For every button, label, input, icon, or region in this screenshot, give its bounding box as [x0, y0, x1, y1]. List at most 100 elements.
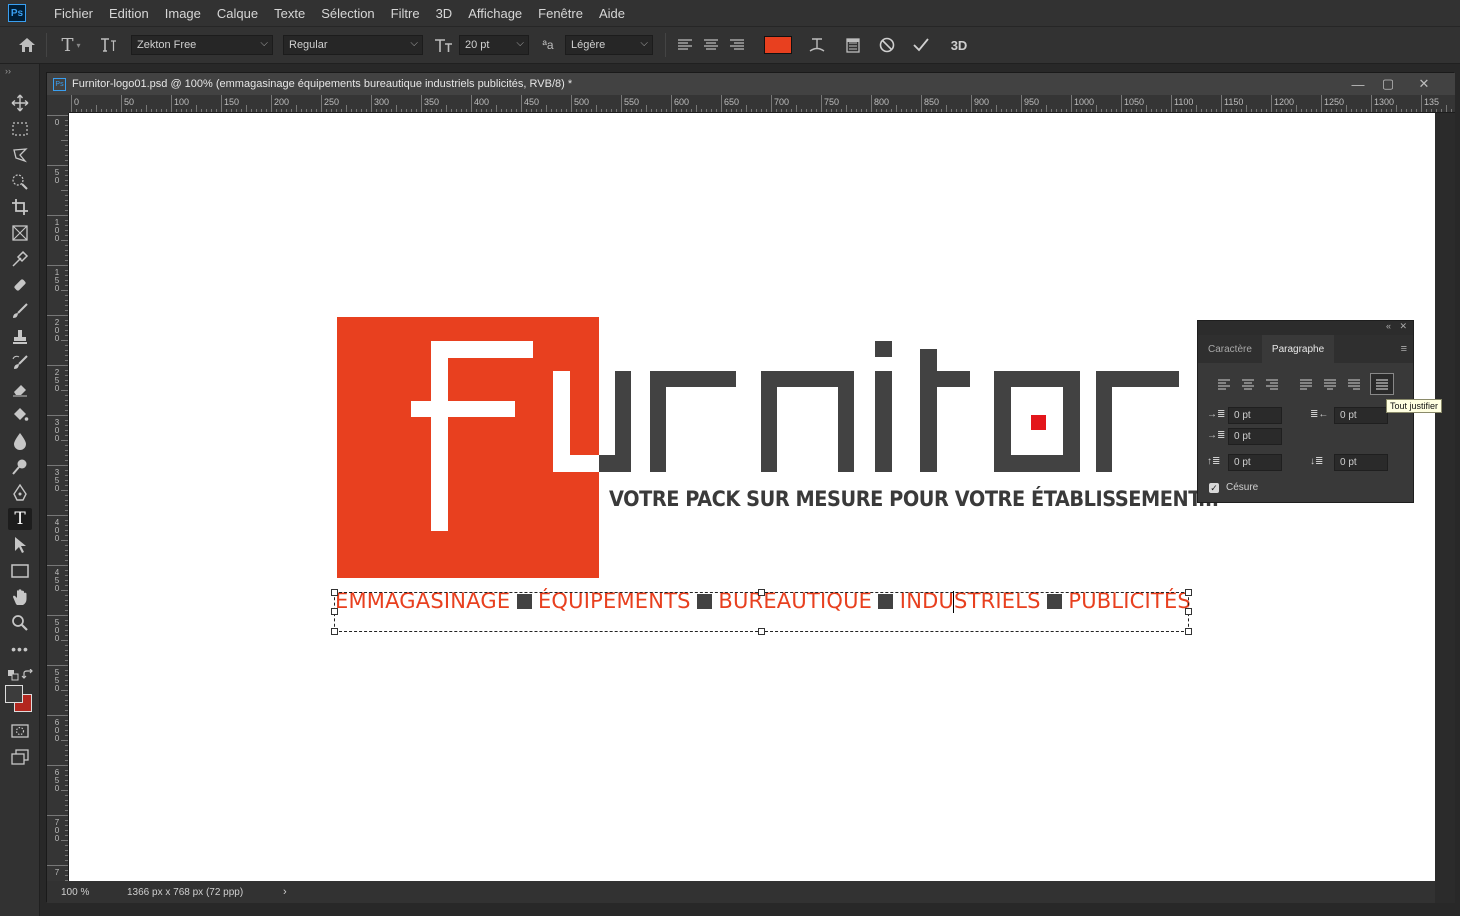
quick-mask-icon[interactable]	[8, 720, 32, 742]
paragraph-panel: « ✕ Caractère Paragraphe ≡ →≣ 0 pt ≣← 0 …	[1197, 320, 1414, 503]
rectangle-shape-icon[interactable]	[8, 560, 32, 582]
menu-image[interactable]: Image	[157, 6, 209, 21]
lasso-icon[interactable]	[8, 144, 32, 166]
collapse-panel-icon[interactable]: «	[1386, 321, 1391, 331]
transform-handle[interactable]	[331, 589, 338, 596]
menu-aide[interactable]: Aide	[591, 6, 633, 21]
eraser-icon[interactable]	[8, 378, 32, 400]
transform-handle[interactable]	[758, 628, 765, 635]
menu-fenetre[interactable]: Fenêtre	[530, 6, 591, 21]
path-selection-icon[interactable]	[8, 534, 32, 556]
ruler-label: 150	[224, 97, 240, 107]
align-left-icon[interactable]	[1212, 373, 1236, 395]
document-tab[interactable]: Ps Furnitor-logo01.psd @ 100% (emmagasin…	[47, 73, 1455, 95]
space-after-field[interactable]: 0 pt	[1334, 454, 1388, 471]
maximize-icon[interactable]: ▢	[1373, 74, 1403, 94]
chevron-down-icon: ⌵	[410, 38, 418, 49]
close-icon[interactable]: ✕	[1409, 74, 1439, 94]
pen-icon[interactable]	[8, 482, 32, 504]
ruler-tick	[47, 815, 68, 816]
ruler-minor-tick	[296, 105, 297, 112]
align-center-icon[interactable]	[698, 32, 724, 58]
brush-icon[interactable]	[8, 300, 32, 322]
indent-left-field[interactable]: 0 pt	[1228, 407, 1282, 424]
antialias-select[interactable]: Légère ⌵	[565, 35, 653, 55]
font-style-select[interactable]: Regular ⌵	[283, 35, 423, 55]
more-tools-icon[interactable]: •••	[8, 638, 32, 660]
menu-affichage[interactable]: Affichage	[460, 6, 530, 21]
quick-selection-icon[interactable]	[8, 170, 32, 192]
cancel-icon[interactable]	[874, 32, 900, 58]
transform-handle[interactable]	[758, 589, 765, 596]
indent-right-field[interactable]: 0 pt	[1334, 407, 1388, 424]
toggle-text-orientation-icon[interactable]	[95, 32, 121, 58]
ruler-label: 200	[274, 97, 290, 107]
crop-icon[interactable]	[8, 196, 32, 218]
transform-handle[interactable]	[331, 628, 338, 635]
tab-caractere[interactable]: Caractère	[1198, 335, 1262, 363]
frame-icon[interactable]	[8, 222, 32, 244]
horizontal-type-tool-icon[interactable]: T	[8, 508, 32, 530]
indent-first-line-field[interactable]: 0 pt	[1228, 428, 1282, 445]
screen-mode-icon[interactable]	[8, 746, 32, 768]
horizontal-type-tool-preset-icon[interactable]: T ▾	[53, 32, 89, 58]
menu-3d[interactable]: 3D	[428, 6, 461, 21]
move-tool-icon[interactable]	[8, 92, 32, 114]
transform-handle[interactable]	[1185, 589, 1192, 596]
ruler-origin[interactable]	[47, 95, 69, 113]
font-size-select[interactable]: 20 pt ⌵	[459, 35, 529, 55]
menu-fichier[interactable]: Fichier	[46, 6, 101, 21]
menu-filtre[interactable]: Filtre	[383, 6, 428, 21]
space-before-field[interactable]: 0 pt	[1228, 454, 1282, 471]
menu-texte[interactable]: Texte	[266, 6, 313, 21]
foreground-color-swatch[interactable]	[5, 685, 23, 703]
hand-icon[interactable]	[8, 586, 32, 608]
ruler-tick	[47, 415, 68, 416]
panel-menu-icon[interactable]: ≡	[1401, 343, 1407, 355]
collapse-icon[interactable]: ››	[5, 66, 11, 76]
zoom-level[interactable]: 100 %	[61, 887, 111, 898]
close-panel-icon[interactable]: ✕	[1399, 321, 1407, 332]
transform-handle[interactable]	[1185, 608, 1192, 615]
history-brush-icon[interactable]	[8, 352, 32, 374]
warp-text-icon[interactable]	[804, 32, 830, 58]
chevron-right-icon[interactable]: ›	[283, 886, 287, 898]
logo-letter-f-stem	[431, 341, 448, 531]
align-right-icon[interactable]	[724, 32, 750, 58]
menu-selection[interactable]: Sélection	[313, 6, 382, 21]
commit-check-icon[interactable]	[908, 32, 934, 58]
blur-icon[interactable]	[8, 430, 32, 452]
dodge-icon[interactable]	[8, 456, 32, 478]
healing-brush-icon[interactable]	[8, 274, 32, 296]
menu-edition[interactable]: Edition	[101, 6, 157, 21]
vertical-scrollbar[interactable]	[1435, 113, 1455, 903]
justify-last-right-icon[interactable]	[1342, 373, 1366, 395]
ruler-tick	[1121, 95, 1122, 112]
justify-last-center-icon[interactable]	[1318, 373, 1342, 395]
transform-handle[interactable]	[1185, 628, 1192, 635]
home-icon[interactable]	[14, 32, 40, 58]
zoom-icon[interactable]	[8, 612, 32, 634]
font-family-select[interactable]: Zekton Free ⌵	[131, 35, 273, 55]
justify-all-icon[interactable]	[1370, 373, 1394, 395]
hyphenation-checkbox[interactable]: ✓	[1209, 483, 1219, 493]
align-left-icon[interactable]	[672, 32, 698, 58]
align-center-icon[interactable]	[1236, 373, 1260, 395]
eyedropper-icon[interactable]	[8, 248, 32, 270]
justify-last-left-icon[interactable]	[1294, 373, 1318, 395]
menu-calque[interactable]: Calque	[209, 6, 266, 21]
align-right-icon[interactable]	[1260, 373, 1284, 395]
swap-colors-icon[interactable]	[16, 664, 40, 686]
paint-bucket-icon[interactable]	[8, 404, 32, 426]
rectangular-marquee-icon[interactable]	[8, 118, 32, 140]
horizontal-ruler[interactable]: 0 50 100 150 200 250 300 350 400 450 500 550 600 650 7…	[69, 95, 1455, 113]
text-color-swatch[interactable]	[764, 36, 792, 54]
3d-button[interactable]: 3D	[946, 32, 972, 58]
character-paragraph-panel-icon[interactable]	[840, 32, 866, 58]
minimize-icon[interactable]: —	[1343, 74, 1373, 94]
tab-paragraphe[interactable]: Paragraphe	[1261, 335, 1335, 363]
vertical-ruler[interactable]: 0 5 0 1 0 0 1 5 0 2 0 0 2 5 0 3 0 0 3 5 0 4 0 0 4…	[47, 113, 69, 881]
transform-handle[interactable]	[331, 608, 338, 615]
clone-stamp-icon[interactable]	[8, 326, 32, 348]
text-bounding-box[interactable]	[334, 592, 1189, 632]
